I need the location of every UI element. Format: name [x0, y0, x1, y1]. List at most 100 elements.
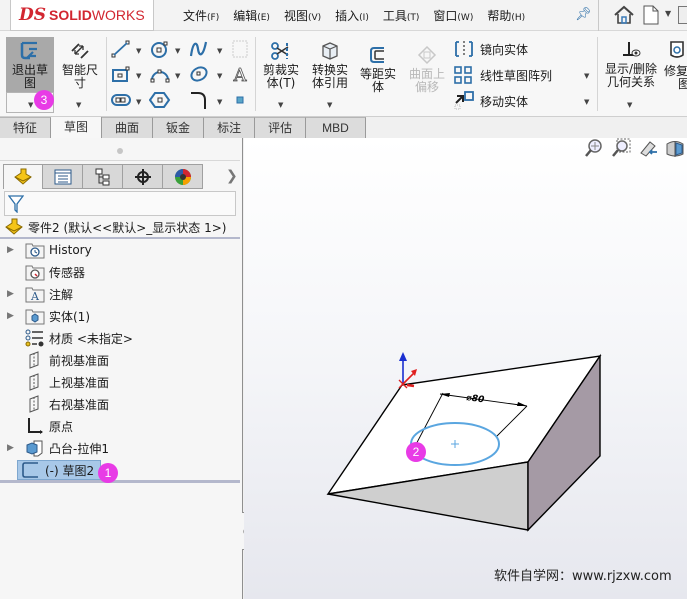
- exit-sketch-label-2: 图: [23, 76, 36, 90]
- ellipse-dropdown-icon[interactable]: ▼: [217, 72, 222, 80]
- spline-dropdown-icon[interactable]: ▼: [217, 47, 222, 55]
- menu-window[interactable]: 窗口(W): [433, 7, 473, 24]
- move-entities-dropdown-icon[interactable]: ▼: [584, 98, 589, 106]
- expand-arrow-icon[interactable]: ▶: [7, 245, 19, 255]
- expand-arrow-icon[interactable]: ▶: [7, 311, 19, 321]
- move-entities-icon[interactable]: [453, 90, 475, 110]
- tab-configuration-manager[interactable]: [83, 164, 123, 189]
- fillet-dropdown-icon[interactable]: ▼: [217, 98, 222, 106]
- material-icon: [25, 329, 44, 347]
- tab-mbd[interactable]: MBD: [306, 117, 366, 138]
- linear-pattern-dropdown-icon[interactable]: ▼: [584, 72, 589, 80]
- tab-feature-manager[interactable]: [3, 164, 43, 189]
- offset-on-surface-button[interactable]: 曲面上 偏移: [404, 37, 450, 113]
- callout-badge-2: 2: [406, 442, 426, 462]
- tree-item-right-plane[interactable]: 右视基准面: [0, 393, 109, 415]
- linear-pattern-button[interactable]: 线性草图阵列: [480, 67, 552, 84]
- mirror-entities-button[interactable]: 镜向实体: [480, 41, 528, 58]
- menu-insert[interactable]: 插入(I): [335, 7, 369, 24]
- callout-badge-1: 1: [98, 463, 118, 483]
- mirror-icon[interactable]: [453, 39, 475, 59]
- solidworks-logo[interactable]: DS SOLID WORKS: [10, 0, 154, 31]
- tree-item-sensors[interactable]: 传感器: [0, 261, 85, 283]
- tab-sketch[interactable]: 草图: [51, 117, 103, 138]
- y-axis-arrow: [399, 352, 407, 361]
- fillet-icon[interactable]: [188, 90, 210, 110]
- display-delete-relations-button[interactable]: 显示/删除 几何关系 ▼: [600, 37, 662, 113]
- tab-dimxpert-manager[interactable]: [123, 164, 163, 189]
- panel-grip-handle[interactable]: [117, 148, 123, 154]
- line-icon[interactable]: [110, 39, 132, 59]
- rectangle-icon[interactable]: [110, 64, 132, 84]
- tree-item-boss-extrude[interactable]: ▶ 凸台-拉伸1: [0, 437, 109, 459]
- menu-view[interactable]: 视图(V): [284, 7, 321, 24]
- home-icon[interactable]: [613, 4, 635, 26]
- circle-icon[interactable]: [149, 39, 171, 59]
- property-manager-icon: [54, 169, 71, 184]
- tab-features[interactable]: 特征: [0, 117, 52, 138]
- trim-icon: [271, 42, 289, 60]
- new-document-icon[interactable]: [643, 5, 659, 25]
- tree-item-top-plane[interactable]: 上视基准面: [0, 371, 109, 393]
- open-icon[interactable]: [678, 6, 687, 24]
- tree-filter[interactable]: [4, 191, 236, 216]
- convert-label-2: 体引用: [311, 76, 348, 90]
- ellipse-icon[interactable]: [188, 64, 210, 84]
- tab-sheet-metal[interactable]: 钣金: [153, 117, 205, 138]
- expand-arrow-icon[interactable]: ▶: [7, 289, 19, 299]
- tab-markup[interactable]: 标注: [204, 117, 256, 138]
- tree-item-sketch2[interactable]: (-) 草图2: [0, 459, 102, 481]
- rectangle-dropdown-icon[interactable]: ▼: [136, 72, 141, 80]
- spline-icon[interactable]: [188, 39, 210, 59]
- history-folder-icon: [25, 243, 45, 259]
- sketch-picture-icon[interactable]: [229, 39, 251, 59]
- menu-edit[interactable]: 编辑(E): [233, 7, 270, 24]
- expand-arrow-icon[interactable]: ▶: [7, 443, 19, 453]
- slot-dropdown-icon[interactable]: ▼: [136, 98, 141, 106]
- model-view[interactable]: ⌀80: [244, 138, 687, 599]
- tab-surfaces[interactable]: 曲面: [102, 117, 154, 138]
- tree-item-solid-bodies[interactable]: ▶ 实体(1): [0, 305, 90, 327]
- tree-item-origin[interactable]: 原点: [0, 415, 73, 437]
- tab-display-manager[interactable]: [163, 164, 203, 189]
- convert-entities-button[interactable]: 转换实 体引用 ▼: [306, 37, 354, 113]
- slot-icon[interactable]: [110, 90, 132, 110]
- caret-down-icon: ▼: [28, 101, 34, 109]
- sensor-folder-icon: [25, 265, 45, 281]
- menu-tools[interactable]: 工具(T): [383, 7, 420, 24]
- tab-property-manager[interactable]: [43, 164, 83, 189]
- graphics-area[interactable]: ⌀80 2 软件自学网：www.rjzxw.com: [244, 138, 687, 599]
- point-icon[interactable]: [229, 90, 251, 110]
- line-dropdown-icon[interactable]: ▼: [136, 47, 141, 55]
- offset-entities-button[interactable]: 等距实 体: [356, 37, 400, 113]
- linear-pattern-icon[interactable]: [453, 65, 475, 85]
- menu-label: 窗口: [433, 9, 458, 23]
- smart-dimension-button[interactable]: 智能尺 寸 ▼: [58, 37, 102, 113]
- text-icon[interactable]: A: [229, 64, 251, 84]
- tree-item-material[interactable]: 材质 <未指定>: [0, 327, 133, 349]
- circle-dropdown-icon[interactable]: ▼: [175, 47, 180, 55]
- tree-item-label: 实体(1): [49, 309, 90, 324]
- menu-file[interactable]: 文件(F): [183, 7, 219, 24]
- repair-sketch-button[interactable]: 修复 图: [664, 37, 687, 113]
- menu-help[interactable]: 帮助(H): [487, 7, 525, 24]
- tree-item-front-plane[interactable]: 前视基准面: [0, 349, 109, 371]
- tree-item-label: 凸台-拉伸1: [49, 441, 109, 456]
- title-bar: DS SOLID WORKS 文件(F) 编辑(E) 视图(V) 插入(I) 工具…: [0, 0, 687, 31]
- tree-item-history[interactable]: ▶ History: [0, 239, 92, 261]
- trim-label-2: 体(T): [266, 76, 296, 90]
- arc-dropdown-icon[interactable]: ▼: [175, 72, 180, 80]
- tab-evaluate[interactable]: 评估: [255, 117, 307, 138]
- pin-icon[interactable]: 📌︎: [575, 7, 592, 22]
- new-dropdown-icon[interactable]: ▼: [665, 9, 671, 18]
- tree-root-part[interactable]: 零件2 (默认<<默认>_显示状态 1>): [4, 218, 226, 236]
- move-entities-button[interactable]: 移动实体: [480, 93, 528, 110]
- trim-entities-button[interactable]: 剪裁实 体(T) ▼: [258, 37, 304, 113]
- tree-item-annotations[interactable]: ▶ A 注解: [0, 283, 73, 305]
- chevron-right-icon[interactable]: ❯: [226, 168, 238, 184]
- tree-item-label: 上视基准面: [49, 375, 110, 390]
- exit-sketch-icon: [20, 41, 37, 60]
- arc-icon[interactable]: [149, 64, 171, 84]
- part-icon: [14, 168, 32, 185]
- polygon-icon[interactable]: [149, 90, 171, 110]
